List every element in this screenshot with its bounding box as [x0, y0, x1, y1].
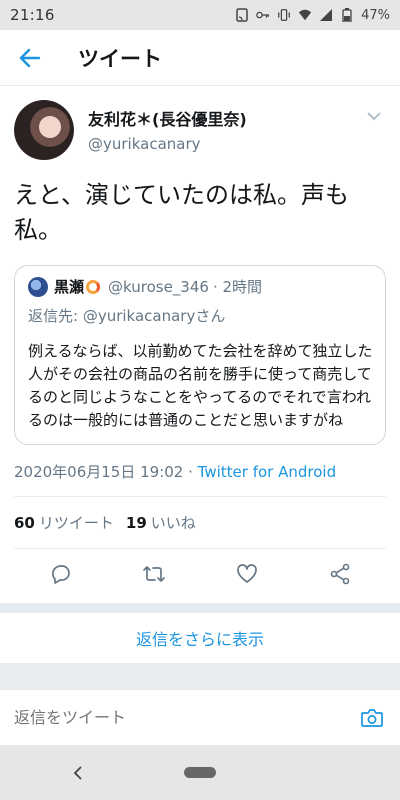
- tweet-timestamp: 2020年06月15日 19:02 ·: [14, 463, 193, 481]
- tweet-text-line: 私。: [14, 216, 62, 244]
- section-divider: [0, 663, 400, 689]
- emoji-icon: [86, 279, 101, 294]
- quote-reply-to: 返信先: @yurikacanaryさん: [28, 307, 226, 325]
- system-back-button[interactable]: [66, 761, 90, 785]
- wifi-icon: [298, 8, 312, 22]
- section-divider: [0, 603, 400, 613]
- chevron-down-icon: [367, 112, 381, 121]
- author-names: 友利花＊(長谷優里奈) @yurikacanary: [88, 106, 362, 153]
- like-count-link[interactable]: 19 いいね: [126, 512, 196, 533]
- like-count: 19: [125, 514, 147, 532]
- tweet-detail: 友利花＊(長谷優里奈) @yurikacanary えと、演じていたのは私。声も…: [0, 86, 400, 599]
- retweet-count: 60: [14, 514, 35, 532]
- engagement-counts: 60 リツイート 19 いいね: [14, 497, 386, 549]
- reply-input[interactable]: [14, 708, 358, 727]
- quote-display-name: 黒瀬: [54, 278, 85, 296]
- vibrate-icon: [277, 8, 291, 22]
- tweet-source-link[interactable]: Twitter for Android: [198, 463, 336, 481]
- heart-icon: [236, 564, 257, 583]
- retweet-label: リツイート: [38, 514, 114, 532]
- tweet-actions: [14, 549, 386, 599]
- quote-handle: @kurose_346: [108, 277, 209, 296]
- show-more-replies-button[interactable]: 返信をさらに表示: [0, 613, 400, 663]
- tweet-menu-button[interactable]: [362, 104, 386, 128]
- display-name[interactable]: 友利花＊(長谷優里奈): [88, 106, 362, 130]
- back-button[interactable]: [0, 30, 60, 86]
- retweet-icon: [142, 566, 165, 582]
- key-icon: [256, 8, 270, 22]
- page-title: ツイート: [78, 46, 162, 71]
- reply-button[interactable]: [41, 554, 81, 594]
- share-button[interactable]: [320, 554, 360, 594]
- avatar[interactable]: [14, 100, 74, 160]
- battery-icon: [340, 8, 354, 22]
- user-handle[interactable]: @yurikacanary: [88, 135, 362, 153]
- author-row: 友利花＊(長谷優里奈) @yurikacanary: [14, 100, 386, 164]
- cast-icon: [235, 8, 249, 22]
- quote-body: 例えるならば、以前勤めてた会社を辞めて独立した人がその会社の商品の名前を勝手に使…: [28, 342, 373, 429]
- camera-icon: [361, 708, 383, 727]
- camera-button[interactable]: [358, 704, 386, 732]
- signal-icon: [319, 8, 333, 22]
- app-header: ツイート: [0, 30, 400, 86]
- retweet-button[interactable]: [134, 554, 174, 594]
- status-bar: 21:16 47%: [0, 0, 400, 30]
- retweet-count-link[interactable]: 60 リツイート: [14, 512, 114, 533]
- arrow-left-icon: [19, 48, 41, 67]
- tweet-text: えと、演じていたのは私。声も 私。: [14, 178, 386, 248]
- quote-time: · 2時間: [212, 278, 263, 296]
- system-nav-bar: [0, 745, 400, 800]
- quoted-tweet[interactable]: 黒瀬 @kurose_346 · 2時間 返信先: @yurikacanaryさ…: [14, 265, 386, 445]
- like-label: いいね: [150, 514, 196, 532]
- status-icons: 47%: [235, 8, 390, 23]
- reply-composer: [0, 689, 400, 745]
- quote-avatar: [28, 276, 48, 297]
- tweet-meta: 2020年06月15日 19:02 · Twitter for Android: [14, 461, 386, 497]
- system-home-button[interactable]: [184, 767, 216, 778]
- tweet-text-line: えと、演じていたのは私。声も: [14, 181, 350, 209]
- status-time: 21:16: [10, 6, 55, 24]
- quote-header: 黒瀬 @kurose_346 · 2時間: [28, 276, 373, 297]
- like-button[interactable]: [227, 554, 267, 594]
- share-icon: [330, 563, 349, 585]
- chevron-left-icon: [73, 766, 82, 780]
- reply-icon: [51, 565, 70, 584]
- battery-level: 47%: [361, 7, 390, 23]
